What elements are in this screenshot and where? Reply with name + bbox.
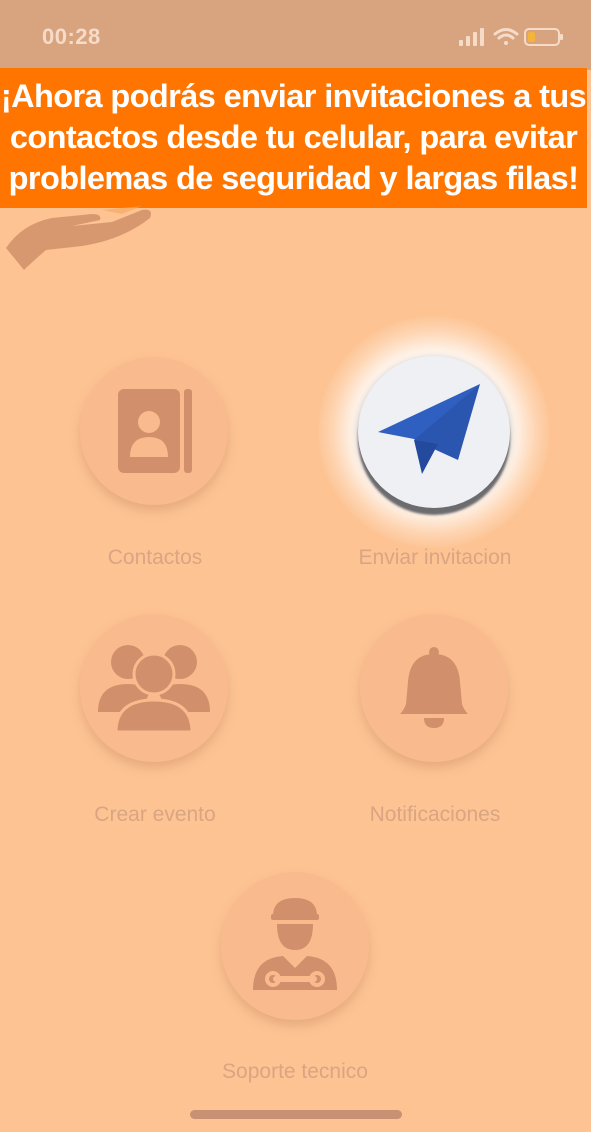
home-indicator[interactable]: [190, 1110, 402, 1119]
status-time: 00:28: [42, 24, 101, 49]
banner-line-2: contactos desde tu celular, para evitar: [9, 119, 578, 155]
paper-plane-icon: [378, 384, 480, 474]
support-label: Soporte tecnico: [222, 1060, 368, 1083]
signal-icon: [459, 28, 484, 46]
contacts-button[interactable]: [80, 357, 228, 505]
hand-logo-icon: [6, 206, 151, 270]
notifications-label: Notificaciones: [369, 803, 501, 826]
status-icons: [459, 28, 563, 46]
group-icon: [98, 645, 210, 734]
battery-icon: [524, 28, 563, 46]
bell-icon: [400, 647, 468, 728]
banner-line-1: ¡Ahora podrás enviar invitaciones a tus: [0, 78, 587, 114]
create-event-label: Crear evento: [94, 803, 216, 826]
send-invitation-label: Enviar invitacion: [358, 546, 512, 569]
wifi-icon: [493, 28, 519, 45]
mechanic-icon: [253, 898, 337, 990]
contacts-label: Contactos: [107, 546, 203, 569]
support-button[interactable]: [221, 872, 369, 1020]
status-bar: 00:28: [0, 0, 591, 70]
notifications-button[interactable]: [360, 614, 508, 762]
send-invitation-button[interactable]: [358, 356, 510, 508]
contact-book-icon: [118, 389, 192, 473]
promo-banner: ¡Ahora podrás enviar invitaciones a tus …: [0, 68, 587, 208]
banner-line-3: problemas de seguridad y largas filas!: [8, 160, 579, 196]
create-event-button[interactable]: [80, 614, 228, 762]
